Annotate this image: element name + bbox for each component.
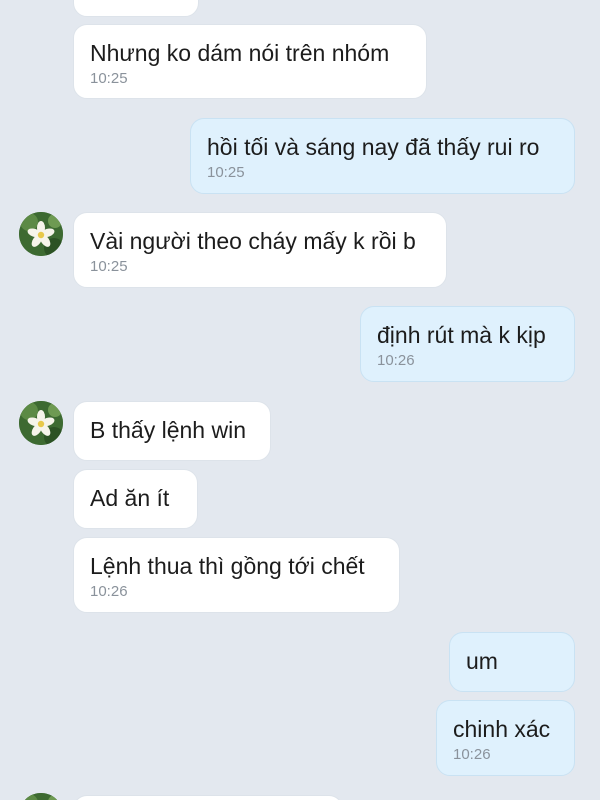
message-bubble-incoming[interactable] <box>73 795 343 800</box>
message-bubble-incoming[interactable]: Vài người theo cháy mấy k rồi b 10:25 <box>73 212 447 288</box>
message-timestamp: 10:26 <box>377 352 415 369</box>
message-text: Ad ăn ít <box>90 485 170 511</box>
message-timestamp: 10:26 <box>90 583 128 600</box>
message-text: Lệnh thua thì gồng tới chết <box>90 553 365 579</box>
message-bubble-incoming[interactable]: Ad ăn ít <box>73 469 198 529</box>
message-text: Nhưng ko dám nói trên nhóm <box>90 40 390 66</box>
message-timestamp: 10:25 <box>90 70 128 87</box>
message-bubble-outgoing[interactable]: định rút mà k kịp 10:26 <box>360 306 575 382</box>
message-timestamp: 10:25 <box>207 164 245 181</box>
message-bubble-outgoing[interactable]: hồi tối và sáng nay đã thấy rui ro 10:25 <box>190 118 575 194</box>
message-bubble-incoming[interactable] <box>73 0 199 17</box>
message-timestamp: 10:25 <box>90 258 128 275</box>
message-bubble-incoming[interactable]: Lệnh thua thì gồng tới chết 10:26 <box>73 537 400 613</box>
message-text: B thấy lệnh win <box>90 417 246 443</box>
lotus-flower-icon <box>19 212 63 256</box>
lotus-flower-avatar-icon[interactable] <box>19 401 63 445</box>
message-bubble-outgoing[interactable]: chinh xác 10:26 <box>436 700 575 776</box>
message-text: Vài người theo cháy mấy k rồi b <box>90 228 416 254</box>
message-text: hồi tối và sáng nay đã thấy rui ro <box>207 134 540 160</box>
lotus-flower-icon <box>19 793 63 800</box>
message-timestamp: 10:26 <box>453 746 491 763</box>
message-bubble-incoming[interactable]: B thấy lệnh win <box>73 401 271 461</box>
message-text: chinh xác <box>453 716 551 742</box>
message-bubble-incoming[interactable]: Nhưng ko dám nói trên nhóm 10:25 <box>73 24 427 99</box>
lotus-flower-icon <box>19 401 63 445</box>
message-text: định rút mà k kịp <box>377 322 546 348</box>
lotus-flower-avatar-icon[interactable] <box>19 793 63 800</box>
message-bubble-outgoing[interactable]: um <box>449 632 575 692</box>
message-text: um <box>466 648 498 674</box>
lotus-flower-avatar-icon[interactable] <box>19 212 63 256</box>
chat-message-list[interactable]: Nhưng ko dám nói trên nhóm 10:25 hồi tối… <box>0 0 600 800</box>
